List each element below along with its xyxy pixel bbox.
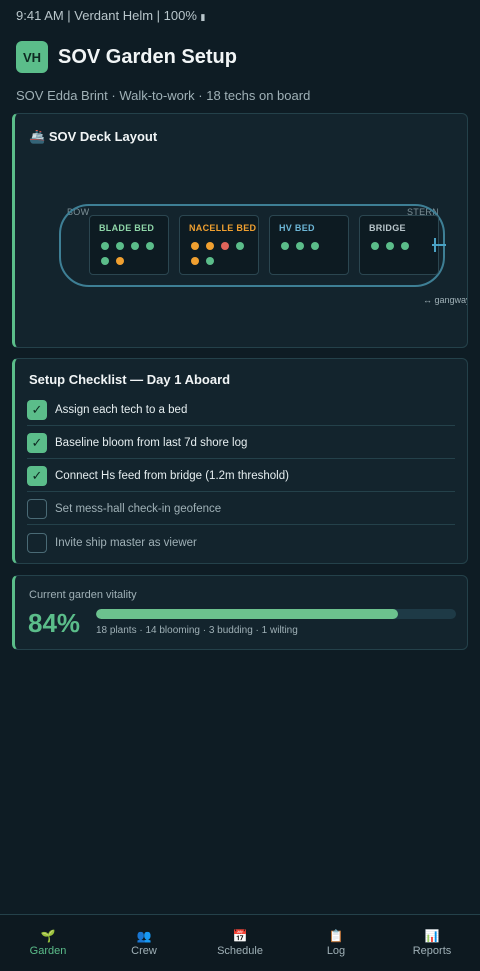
plant-dot-budding[interactable]: [116, 257, 124, 265]
deck-layout-title: 🚢 SOV Deck Layout: [29, 129, 157, 145]
nav-item-crew[interactable]: 👥 Crew: [96, 915, 192, 971]
bed-name: BLADE BED: [99, 223, 155, 233]
battery-icon: ▮: [200, 12, 206, 22]
vitality-progress-bar: [96, 609, 456, 619]
checklist-item-label: Invite ship master as viewer: [55, 536, 197, 549]
ship-icon: 🚢: [29, 129, 46, 144]
plant-dot-healthy[interactable]: [101, 257, 109, 265]
log-icon: 📋: [328, 929, 344, 943]
bed-nacelle-bed[interactable]: NACELLE BED: [179, 215, 259, 275]
nav-label: Reports: [412, 945, 452, 957]
plant-dot-healthy[interactable]: [101, 242, 109, 250]
bed-hv-bed[interactable]: HV BED: [269, 215, 349, 275]
plant-dot-healthy[interactable]: [401, 242, 409, 250]
plant-dot-healthy[interactable]: [371, 242, 379, 250]
plant-dot-healthy[interactable]: [146, 242, 154, 250]
checklist-item[interactable]: ✓ Connect Hs feed from bridge (1.2m thres…: [27, 461, 455, 492]
schedule-icon: 📅: [232, 929, 248, 943]
reports-icon: 📊: [424, 929, 440, 943]
checklist-item-label: Set mess-hall check-in geofence: [55, 503, 222, 515]
plant-dot-budding[interactable]: [191, 242, 199, 250]
plant-dot-healthy[interactable]: [386, 242, 394, 250]
vitality-breakdown: 18 plants · 14 blooming · 3 budding · 1 …: [96, 625, 298, 636]
plant-dot-budding[interactable]: [206, 242, 214, 250]
checklist-item[interactable]: ✓ Assign each tech to a bed: [27, 395, 455, 426]
plant-dot-budding[interactable]: [191, 257, 199, 265]
nav-label: Garden: [29, 945, 67, 957]
avatar[interactable]: VH: [16, 41, 48, 73]
bottom-nav: 🌱 Garden 👥 Crew 📅 Schedule 📋 Log 📊 Reports: [0, 914, 480, 970]
plant-dot-healthy[interactable]: [206, 257, 214, 265]
plant-dot-healthy[interactable]: [296, 242, 304, 250]
vessel-subtitle: SOV Edda Brint · Walk-to-work · 18 techs…: [16, 88, 311, 103]
checklist-item-label: Connect Hs feed from bridge (1.2m thresh…: [55, 470, 289, 482]
checkbox-checked[interactable]: ✓: [27, 466, 47, 486]
nav-item-reports[interactable]: 📊 Reports: [384, 915, 480, 971]
checklist-title: Setup Checklist — Day 1 Aboard: [29, 372, 231, 387]
gangway-label: ↔ gangway: [423, 295, 468, 305]
bed-blade-bed[interactable]: BLADE BED: [89, 215, 169, 275]
garden-icon: 🌱: [40, 929, 56, 943]
status-bar: 9:41 AM | Verdant Helm | 100% ▮: [16, 8, 206, 23]
page-header: VH SOV Garden Setup: [16, 41, 237, 73]
nav-item-garden[interactable]: 🌱 Garden: [0, 915, 96, 971]
nav-label: Schedule: [217, 945, 263, 957]
deck-layout-card: 🚢 SOV Deck Layout BOW STERN BLADE BED NAC…: [12, 113, 468, 348]
plant-dot-wilting[interactable]: [221, 242, 229, 250]
checklist-item[interactable]: Set mess-hall check-in geofence: [27, 494, 455, 525]
vitality-progress-fill: [96, 609, 399, 619]
plant-dot-healthy[interactable]: [281, 242, 289, 250]
bed-name: HV BED: [279, 223, 315, 233]
checkbox-checked[interactable]: ✓: [27, 400, 47, 420]
crew-icon: 👥: [136, 929, 152, 943]
nav-item-schedule[interactable]: 📅 Schedule: [192, 915, 288, 971]
status-text: 9:41 AM | Verdant Helm | 100%: [16, 8, 197, 23]
nav-label: Crew: [131, 945, 157, 957]
bed-name: NACELLE BED: [189, 223, 257, 233]
nav-item-log[interactable]: 📋 Log: [288, 915, 384, 971]
bed-name: BRIDGE: [369, 223, 406, 233]
checkbox-unchecked[interactable]: [27, 532, 47, 553]
deck-layout-title-text: SOV Deck Layout: [48, 129, 158, 144]
checklist-item[interactable]: ✓ Baseline bloom from last 7d shore log: [27, 428, 455, 459]
bed-bridge[interactable]: BRIDGE: [359, 215, 439, 275]
page-title: SOV Garden Setup: [58, 45, 237, 68]
checklist-item-label: Assign each tech to a bed: [55, 404, 188, 416]
plant-dot-healthy[interactable]: [116, 242, 124, 250]
gangway-cap: [434, 238, 436, 252]
vitality-percent: 84%: [28, 608, 81, 638]
nav-label: Log: [326, 945, 346, 957]
plant-dot-healthy[interactable]: [131, 242, 139, 250]
setup-checklist-card: Setup Checklist — Day 1 Aboard ✓ Assign e…: [12, 358, 468, 564]
plant-dot-healthy[interactable]: [236, 242, 244, 250]
checkbox-unchecked[interactable]: [27, 499, 47, 519]
plant-dot-healthy[interactable]: [311, 242, 319, 250]
checklist-item[interactable]: Invite ship master as viewer: [27, 527, 455, 558]
garden-vitality-card: Current garden vitality 84% 18 plants · …: [12, 575, 468, 650]
checkbox-checked[interactable]: ✓: [27, 433, 47, 453]
checklist-item-label: Baseline bloom from last 7d shore log: [55, 437, 248, 449]
vitality-label: Current garden vitality: [29, 589, 137, 601]
